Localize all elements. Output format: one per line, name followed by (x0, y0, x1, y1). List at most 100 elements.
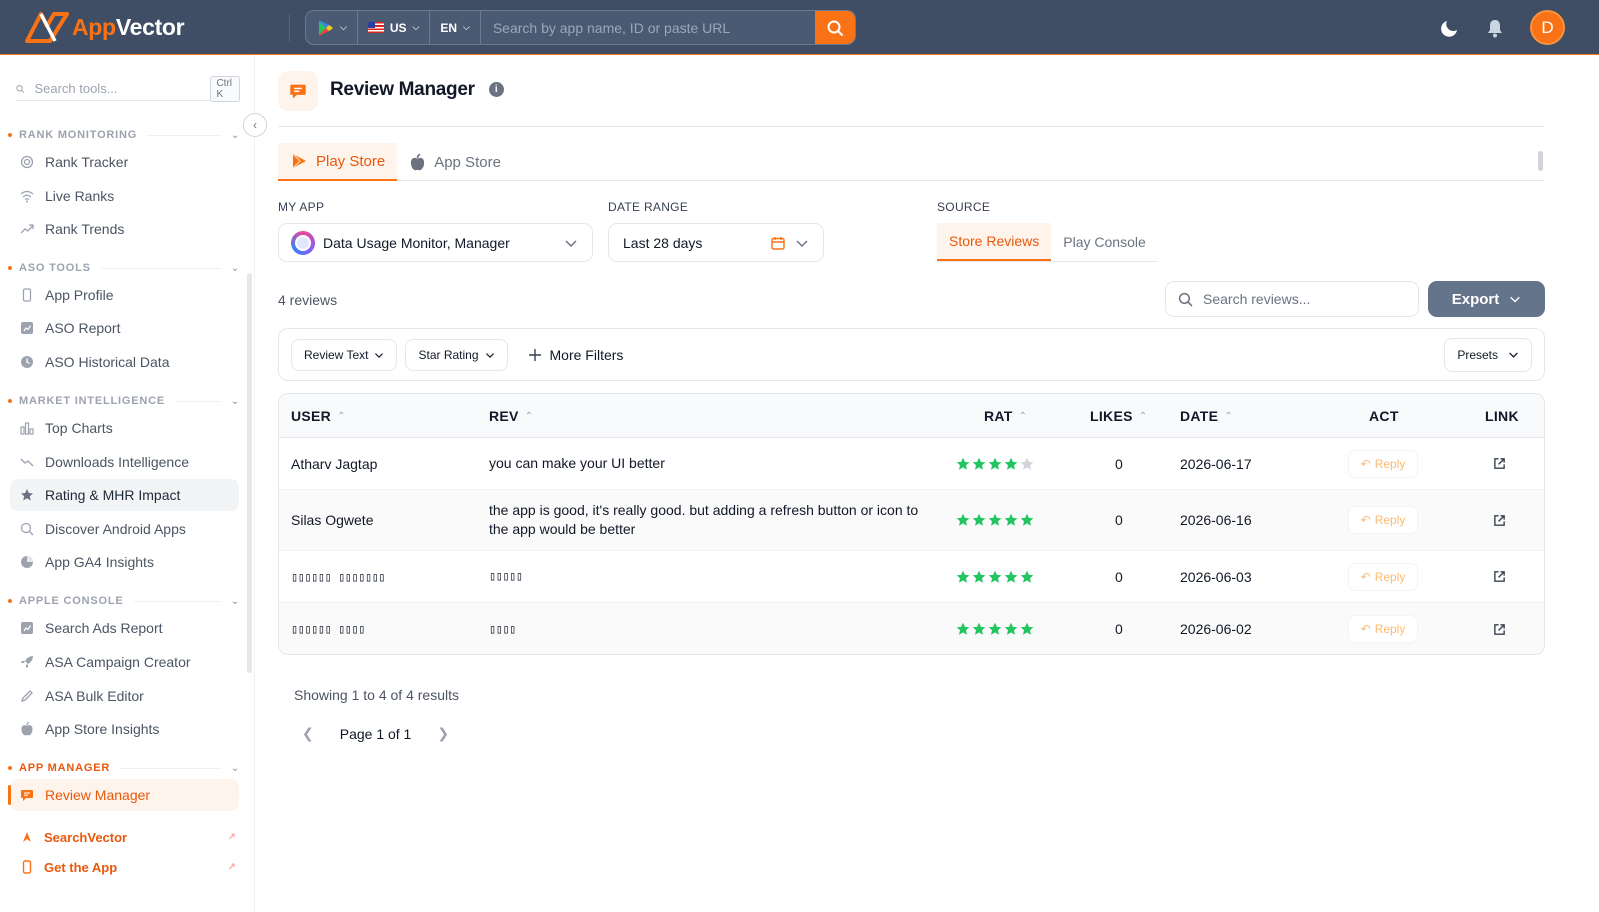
sidebar-link-get-app[interactable]: Get the App ↗ (20, 856, 236, 878)
section-app-manager[interactable]: APP MANAGER ⌄ (8, 760, 240, 776)
sidebar-item-app-profile[interactable]: App Profile (10, 279, 239, 311)
reply-button[interactable]: ↶ Reply (1348, 449, 1418, 478)
open-link-button[interactable] (1493, 490, 1506, 550)
sidebar-item-live-ranks[interactable]: Live Ranks (10, 180, 239, 212)
sidebar-item-top-charts[interactable]: Top Charts (10, 412, 239, 444)
star-filled-icon (1004, 622, 1018, 635)
tab-play-console[interactable]: Play Console (1051, 223, 1158, 261)
more-filters-button[interactable]: More Filters (528, 346, 624, 363)
bell-icon[interactable] (1486, 18, 1504, 38)
review-date: 2026-06-02 (1180, 621, 1252, 637)
pie-chart-icon (20, 555, 34, 569)
open-link-button[interactable] (1493, 438, 1506, 489)
sidebar-item-asa-campaign[interactable]: ASA Campaign Creator (10, 646, 239, 678)
sidebar-item-app-store-insights[interactable]: App Store Insights (10, 713, 239, 745)
sidebar-item-search-ads-report[interactable]: Search Ads Report (10, 612, 239, 644)
language-selector[interactable]: EN ⌵ (430, 11, 481, 44)
column-user[interactable]: USER ⌃ (291, 394, 346, 438)
column-review[interactable]: REV ⌃ (489, 394, 533, 438)
store-tabs: Play Store App Store (278, 143, 1545, 181)
chevron-down-icon (375, 352, 384, 358)
app-search-input[interactable] (480, 11, 815, 44)
chevron-down-icon: ⌄ (230, 595, 240, 607)
sidebar-item-review-manager[interactable]: Review Manager (8, 779, 239, 811)
sidebar-item-aso-historical[interactable]: ASO Historical Data (10, 346, 239, 378)
sidebar-item-discover-android[interactable]: Discover Android Apps (10, 513, 239, 545)
section-title: MARKET INTELLIGENCE (19, 395, 165, 407)
shortcut-hint: Ctrl K (210, 75, 240, 102)
section-rank-monitoring[interactable]: RANK MONITORING ⌄ (8, 127, 240, 143)
column-rating[interactable]: RAT ⌃ (984, 394, 1027, 438)
external-link-icon (1494, 571, 1505, 582)
date-range-selector[interactable]: Last 28 days (608, 223, 824, 262)
star-filled-icon (956, 457, 970, 470)
selected-app: Data Usage Monitor, Manager (323, 234, 510, 251)
section-apple-console[interactable]: APPLE CONSOLE ⌄ (8, 593, 240, 609)
filter-review-text[interactable]: Review Text (291, 338, 398, 371)
sort-icon: ⌃ (1018, 410, 1028, 422)
section-dot (8, 399, 12, 403)
tab-store-reviews[interactable]: Store Reviews (937, 223, 1052, 261)
open-link-button[interactable] (1493, 551, 1506, 602)
logo[interactable]: AppVector (24, 10, 185, 44)
user-avatar[interactable]: D (1530, 10, 1565, 45)
section-line (100, 267, 221, 269)
filter-star-rating[interactable]: Star Rating (405, 338, 508, 371)
trending-up-icon (20, 222, 34, 236)
country-selector[interactable]: US ⌵ (358, 11, 431, 44)
reply-cell: ↶ Reply (1348, 551, 1418, 602)
sidebar-item-label: Discover Android Apps (45, 521, 186, 537)
reply-button[interactable]: ↶ Reply (1348, 562, 1418, 591)
star-filled-icon (1004, 570, 1018, 583)
tab-play-store[interactable]: Play Store (278, 143, 398, 181)
table-row: ▯▯▯▯▯▯ ▯▯▯▯▯▯▯ ▯▯▯▯▯ 0 2026-06-03 ↶ Reply (279, 551, 1544, 603)
sidebar-item-rank-trends[interactable]: Rank Trends (10, 213, 239, 245)
sidebar-item-label: Rank Tracker (45, 154, 129, 170)
app-selector[interactable]: Data Usage Monitor, Manager (278, 223, 593, 262)
tool-search: Ctrl K (16, 75, 240, 102)
review-search-input[interactable] (1203, 291, 1406, 307)
review-text: ▯▯▯▯ (489, 621, 516, 636)
bar-chart-icon (20, 421, 34, 435)
sidebar-scrollbar[interactable] (247, 273, 252, 673)
prev-page-button[interactable]: ❮ (302, 725, 314, 742)
tabs-scroll-indicator[interactable] (1538, 151, 1543, 171)
presets-button[interactable]: Presets (1444, 337, 1532, 372)
star-icon (20, 488, 34, 502)
export-button[interactable]: Export (1428, 281, 1545, 317)
review-date: 2026-06-17 (1180, 455, 1252, 472)
collapse-sidebar-button[interactable]: ‹ (243, 113, 267, 137)
sidebar-link-searchvector[interactable]: SearchVector ↗ (20, 826, 236, 848)
reply-button[interactable]: ↶ Reply (1348, 506, 1418, 534)
column-likes[interactable]: LIKES ⌃ (1090, 394, 1147, 438)
column-date[interactable]: DATE ⌃ (1180, 394, 1233, 438)
sidebar-item-downloads-intelligence[interactable]: Downloads Intelligence (10, 446, 239, 478)
open-link-button[interactable] (1493, 603, 1506, 654)
store-selector[interactable]: ⌵ (306, 11, 358, 44)
search-button[interactable] (815, 11, 855, 44)
sidebar-item-label: Downloads Intelligence (45, 454, 189, 470)
more-filters-label: More Filters (549, 346, 624, 363)
tab-app-store[interactable]: App Store (397, 143, 513, 181)
google-play-icon (319, 20, 333, 35)
section-aso-tools[interactable]: ASO TOOLS ⌄ (8, 260, 240, 276)
sidebar-item-label: Review Manager (45, 787, 151, 803)
sidebar-item-rating-mhr[interactable]: Rating & MHR Impact (10, 479, 239, 511)
reply-cell: ↶ Reply (1348, 438, 1418, 489)
export-label: Export (1451, 290, 1500, 308)
moon-icon[interactable] (1440, 18, 1460, 38)
sidebar-item-asa-bulk-editor[interactable]: ASA Bulk Editor (10, 680, 239, 712)
country-code: US (389, 20, 407, 35)
external-link-icon: ↗ (227, 831, 236, 843)
sidebar-item-rank-tracker[interactable]: Rank Tracker (10, 146, 239, 178)
next-page-button[interactable]: ❯ (437, 725, 449, 742)
sidebar-item-aso-report[interactable]: ASO Report (10, 312, 239, 344)
sidebar-item-ga4-insights[interactable]: App GA4 Insights (10, 546, 239, 578)
reply-icon: ↶ (1360, 513, 1371, 527)
reply-button[interactable]: ↶ Reply (1348, 615, 1418, 643)
section-market-intelligence[interactable]: MARKET INTELLIGENCE ⌄ (8, 393, 240, 409)
info-icon[interactable]: i (488, 82, 504, 97)
section-dot (8, 766, 12, 770)
tool-search-input[interactable] (34, 81, 211, 96)
message-icon (20, 788, 34, 802)
